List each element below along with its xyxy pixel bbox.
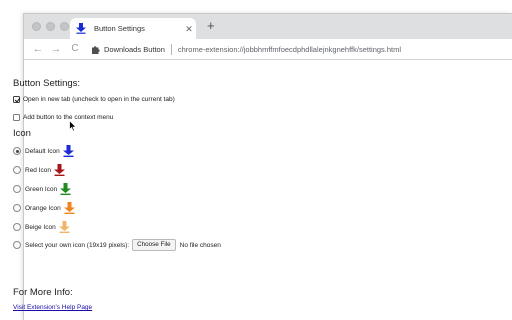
tab-close-icon[interactable]: ✕: [182, 24, 196, 34]
new-tab-button[interactable]: +: [207, 19, 215, 33]
open-new-tab-label: Open in new tab (uncheck to open in the …: [23, 96, 175, 103]
red-download-arrow-icon: [54, 164, 66, 176]
file-status-text: No file chosen: [179, 241, 221, 249]
url-text[interactable]: chrome-extension://jobbhmffmfoecdphdllal…: [178, 45, 401, 54]
icon-option-label: Beige Icon: [25, 223, 56, 231]
blue-download-arrow-icon: [62, 145, 74, 157]
tab-button-settings[interactable]: Button Settings ✕: [70, 18, 196, 39]
browser-window: Button Settings ✕ + ← → C Downloads Butt…: [23, 13, 512, 320]
more-info-heading: For More Info:: [13, 287, 73, 298]
radio-orange-icon[interactable]: [13, 204, 21, 212]
custom-icon-label: Select your own icon (19x19 pixels):: [25, 241, 130, 249]
button-settings-heading: Button Settings:: [13, 78, 81, 89]
address-separator: [170, 43, 172, 55]
context-menu-option[interactable]: Add button to the context menu: [13, 114, 113, 121]
puzzle-piece-icon: [92, 45, 100, 54]
back-arrow-icon[interactable]: ←: [30, 43, 46, 55]
green-download-arrow-icon: [60, 183, 72, 195]
icon-option-label: Default Icon: [25, 147, 60, 155]
extension-name: Downloads Button: [104, 44, 165, 54]
icon-option-label: Red Icon: [25, 166, 52, 174]
radio-custom-icon[interactable]: [13, 241, 21, 249]
radio-beige-icon[interactable]: [13, 223, 21, 231]
tab-title: Button Settings: [94, 24, 145, 33]
address-bar[interactable]: Downloads Button chrome-extension://jobb…: [91, 43, 401, 55]
download-arrow-icon: [76, 23, 86, 34]
close-window-button[interactable]: [32, 22, 41, 31]
icon-option-red[interactable]: Red Icon: [13, 164, 66, 176]
radio-red-icon[interactable]: [13, 166, 21, 174]
orange-download-arrow-icon: [63, 202, 75, 214]
radio-default-icon[interactable]: [13, 147, 21, 155]
window-controls: [32, 22, 69, 31]
reload-icon[interactable]: C: [67, 43, 83, 55]
browser-toolbar: ← → C Downloads Button chrome-extension:…: [24, 39, 512, 60]
icon-option-beige[interactable]: Beige Icon: [13, 221, 70, 233]
icon-heading: Icon: [13, 128, 31, 139]
minimize-window-button[interactable]: [46, 22, 55, 31]
icon-option-label: Green Icon: [25, 185, 58, 193]
beige-download-arrow-icon: [58, 221, 70, 233]
icon-option-orange[interactable]: Orange Icon: [13, 202, 75, 214]
context-menu-checkbox[interactable]: [13, 114, 20, 121]
radio-green-icon[interactable]: [13, 185, 21, 193]
icon-option-custom: Select your own icon (19x19 pixels): Cho…: [13, 239, 221, 251]
help-page-link[interactable]: Visit Extension's Help Page: [13, 304, 92, 311]
zoom-window-button[interactable]: [60, 22, 69, 31]
open-new-tab-option[interactable]: Open in new tab (uncheck to open in the …: [13, 96, 175, 103]
icon-option-label: Orange Icon: [25, 204, 61, 212]
icon-option-default[interactable]: Default Icon: [13, 145, 74, 157]
open-new-tab-checkbox[interactable]: [13, 96, 20, 103]
tab-strip: Button Settings ✕ +: [24, 14, 512, 39]
forward-arrow-icon[interactable]: →: [48, 43, 64, 55]
icon-option-green[interactable]: Green Icon: [13, 183, 72, 195]
mouse-cursor-icon: [69, 120, 77, 132]
choose-file-button[interactable]: Choose File: [132, 239, 176, 251]
